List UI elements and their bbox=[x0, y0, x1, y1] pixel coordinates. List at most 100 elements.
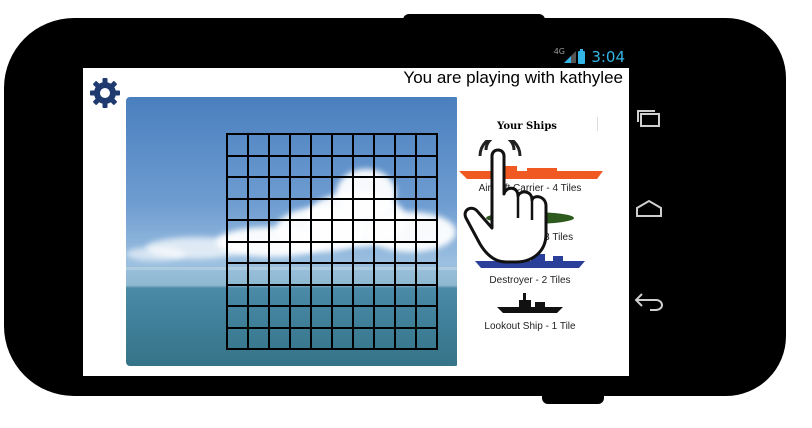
board-cell[interactable] bbox=[248, 306, 269, 328]
board-cell[interactable] bbox=[353, 241, 374, 263]
board-cell[interactable] bbox=[374, 284, 395, 306]
board-cell[interactable] bbox=[248, 241, 269, 263]
board-cell[interactable] bbox=[332, 306, 353, 328]
board-cell[interactable] bbox=[416, 155, 437, 177]
board-cell[interactable] bbox=[248, 263, 269, 285]
board-cell[interactable] bbox=[227, 220, 248, 242]
board-cell[interactable] bbox=[374, 241, 395, 263]
board-cell[interactable] bbox=[353, 327, 374, 349]
board-cell[interactable] bbox=[290, 306, 311, 328]
board-cell[interactable] bbox=[416, 177, 437, 199]
board-cell[interactable] bbox=[311, 241, 332, 263]
board-cell[interactable] bbox=[395, 198, 416, 220]
board-cell[interactable] bbox=[374, 306, 395, 328]
board-cell[interactable] bbox=[290, 198, 311, 220]
board-cell[interactable] bbox=[290, 155, 311, 177]
board-cell[interactable] bbox=[353, 134, 374, 156]
board-cell[interactable] bbox=[269, 220, 290, 242]
board-cell[interactable] bbox=[416, 263, 437, 285]
board-cell[interactable] bbox=[395, 306, 416, 328]
board-cell[interactable] bbox=[332, 177, 353, 199]
lookout-ship-icon[interactable] bbox=[497, 291, 563, 315]
board-cell[interactable] bbox=[332, 198, 353, 220]
board-cell[interactable] bbox=[353, 284, 374, 306]
board-cell[interactable] bbox=[227, 241, 248, 263]
board-cell[interactable] bbox=[290, 134, 311, 156]
board-cell[interactable] bbox=[290, 327, 311, 349]
board-cell[interactable] bbox=[248, 327, 269, 349]
board-cell[interactable] bbox=[395, 155, 416, 177]
board-cell[interactable] bbox=[227, 263, 248, 285]
board-cell[interactable] bbox=[290, 177, 311, 199]
board-cell[interactable] bbox=[248, 220, 269, 242]
board-cell[interactable] bbox=[353, 263, 374, 285]
board-cell[interactable] bbox=[290, 263, 311, 285]
board-cell[interactable] bbox=[227, 306, 248, 328]
board-cell[interactable] bbox=[227, 284, 248, 306]
board-cell[interactable] bbox=[374, 134, 395, 156]
board-cell[interactable] bbox=[290, 241, 311, 263]
recent-apps-icon[interactable] bbox=[634, 108, 664, 130]
board-cell[interactable] bbox=[374, 198, 395, 220]
board-cell[interactable] bbox=[332, 284, 353, 306]
board-cell[interactable] bbox=[227, 198, 248, 220]
board-cell[interactable] bbox=[353, 306, 374, 328]
board-cell[interactable] bbox=[395, 134, 416, 156]
board-cell[interactable] bbox=[353, 177, 374, 199]
board-cell[interactable] bbox=[269, 155, 290, 177]
board-cell[interactable] bbox=[395, 284, 416, 306]
board-cell[interactable] bbox=[374, 263, 395, 285]
board-cell[interactable] bbox=[311, 327, 332, 349]
board-cell[interactable] bbox=[332, 263, 353, 285]
board-cell[interactable] bbox=[290, 284, 311, 306]
board-cell[interactable] bbox=[269, 177, 290, 199]
board-cell[interactable] bbox=[416, 198, 437, 220]
board-cell[interactable] bbox=[416, 241, 437, 263]
board-cell[interactable] bbox=[248, 198, 269, 220]
board-cell[interactable] bbox=[290, 220, 311, 242]
board-cell[interactable] bbox=[311, 263, 332, 285]
board-cell[interactable] bbox=[416, 220, 437, 242]
board-cell[interactable] bbox=[269, 263, 290, 285]
board-cell[interactable] bbox=[227, 327, 248, 349]
board-cell[interactable] bbox=[269, 198, 290, 220]
board-cell[interactable] bbox=[248, 284, 269, 306]
board-cell[interactable] bbox=[269, 134, 290, 156]
board-cell[interactable] bbox=[416, 284, 437, 306]
back-icon[interactable] bbox=[632, 290, 666, 312]
board-cell[interactable] bbox=[311, 134, 332, 156]
board-cell[interactable] bbox=[227, 177, 248, 199]
board-cell[interactable] bbox=[332, 241, 353, 263]
board-cell[interactable] bbox=[248, 177, 269, 199]
board-cell[interactable] bbox=[248, 155, 269, 177]
board-cell[interactable] bbox=[269, 327, 290, 349]
home-icon[interactable] bbox=[634, 198, 664, 220]
board-cell[interactable] bbox=[374, 327, 395, 349]
board-cell[interactable] bbox=[374, 177, 395, 199]
board-cell[interactable] bbox=[311, 306, 332, 328]
board-cell[interactable] bbox=[416, 134, 437, 156]
board-cell[interactable] bbox=[374, 220, 395, 242]
board-cell[interactable] bbox=[395, 241, 416, 263]
board-cell[interactable] bbox=[311, 284, 332, 306]
board-cell[interactable] bbox=[416, 327, 437, 349]
board-cell[interactable] bbox=[311, 220, 332, 242]
board-cell[interactable] bbox=[227, 155, 248, 177]
board-cell[interactable] bbox=[311, 155, 332, 177]
board-cell[interactable] bbox=[353, 220, 374, 242]
board-cell[interactable] bbox=[395, 327, 416, 349]
board-cell[interactable] bbox=[395, 220, 416, 242]
board-cell[interactable] bbox=[311, 198, 332, 220]
board-cell[interactable] bbox=[269, 241, 290, 263]
board-cell[interactable] bbox=[353, 198, 374, 220]
board-cell[interactable] bbox=[332, 327, 353, 349]
board-cell[interactable] bbox=[269, 284, 290, 306]
board-cell[interactable] bbox=[416, 306, 437, 328]
board-cell[interactable] bbox=[332, 134, 353, 156]
board-cell[interactable] bbox=[353, 155, 374, 177]
board-cell[interactable] bbox=[248, 134, 269, 156]
board-cell[interactable] bbox=[395, 177, 416, 199]
board-cell[interactable] bbox=[332, 220, 353, 242]
board-cell[interactable] bbox=[227, 134, 248, 156]
gear-icon[interactable] bbox=[89, 77, 121, 109]
